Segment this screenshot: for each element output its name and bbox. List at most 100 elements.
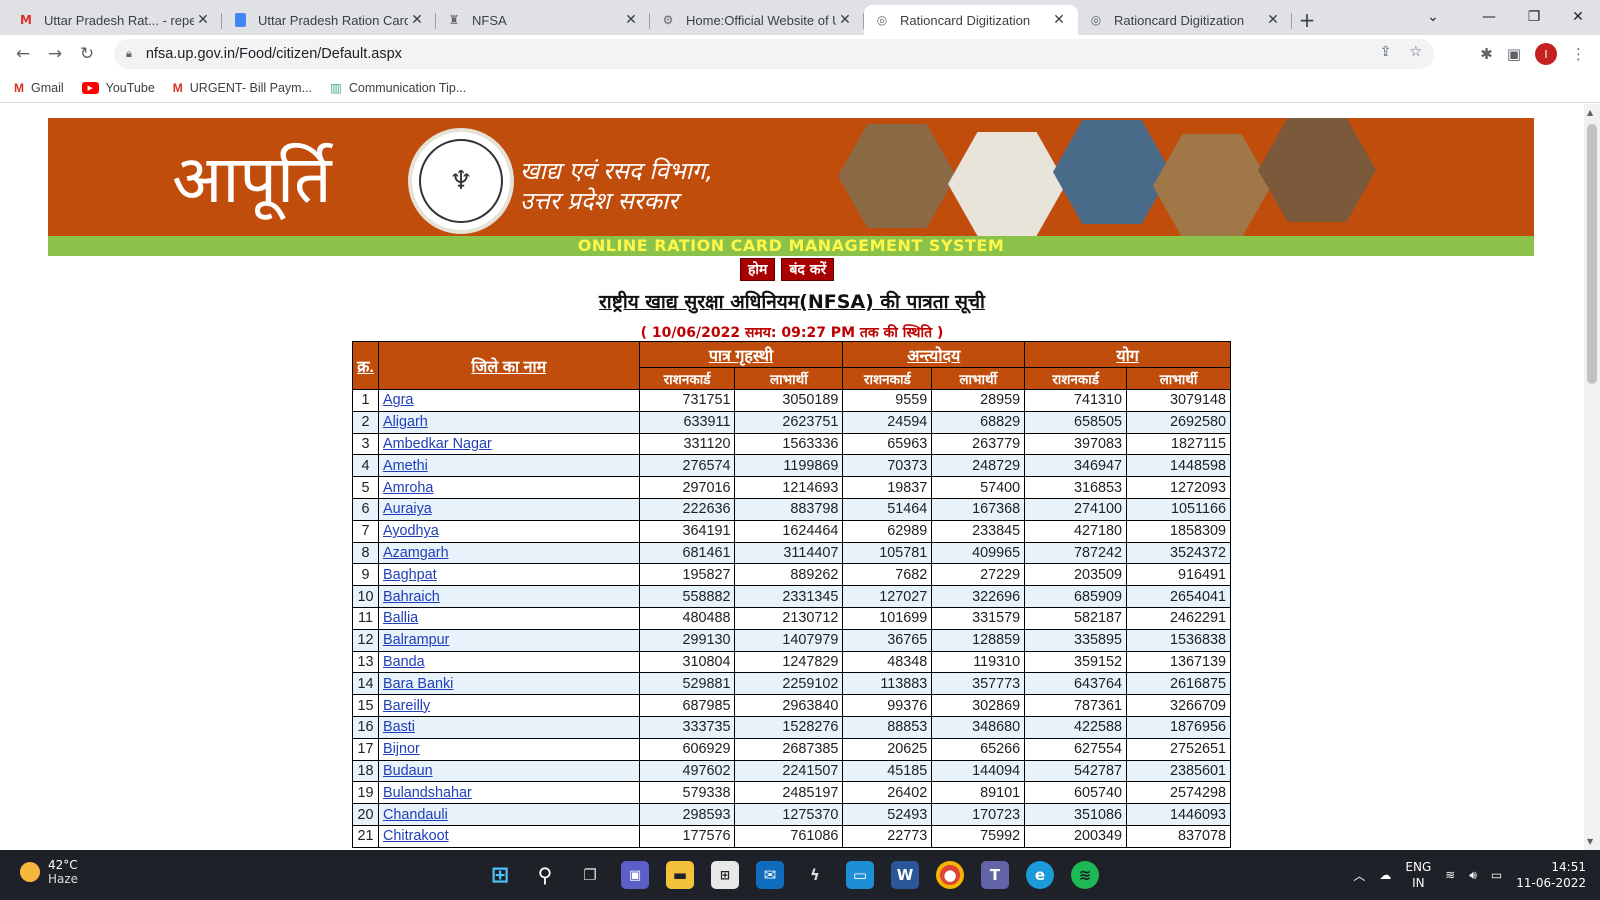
- close-icon[interactable]: ✕: [1264, 12, 1282, 28]
- district-link[interactable]: Basti: [383, 719, 415, 735]
- restore-icon[interactable]: ❐: [1512, 0, 1556, 34]
- district-link[interactable]: Ayodhya: [383, 523, 439, 539]
- power-automate-icon[interactable]: ϟ: [801, 861, 829, 889]
- tab-search-chevron-icon[interactable]: ⌄: [1418, 0, 1448, 34]
- bookmark-urgent-bill[interactable]: M URGENT- Bill Paym...: [173, 81, 312, 95]
- remote-desktop-icon[interactable]: ▭: [846, 861, 874, 889]
- bookmark-youtube[interactable]: ▶ YouTube: [81, 81, 155, 95]
- district-link[interactable]: Auraiya: [383, 501, 432, 517]
- district-link[interactable]: Ambedkar Nagar: [383, 436, 492, 452]
- district-link[interactable]: Banda: [383, 654, 425, 670]
- bookmark-gmail[interactable]: M Gmail: [14, 81, 64, 95]
- district-cell: Agra: [377, 389, 640, 412]
- minimize-icon[interactable]: —: [1466, 0, 1512, 34]
- close-button[interactable]: बंद करें: [781, 258, 835, 281]
- tab-nfsa[interactable]: ♜ NFSA ✕: [436, 5, 650, 35]
- browser-toolbar: ← → ↻ 🔒︎ nfsa.up.gov.in/Food/citizen/Def…: [0, 35, 1600, 73]
- scroll-down-arrow-icon[interactable]: ▼: [1587, 837, 1593, 846]
- chrome-icon[interactable]: ●: [936, 861, 964, 889]
- district-link[interactable]: Bara Banki: [383, 676, 453, 692]
- scrollbar-thumb[interactable]: [1587, 124, 1597, 384]
- spotify-icon[interactable]: ≋: [1071, 861, 1099, 889]
- district-link[interactable]: Bahraich: [383, 589, 440, 605]
- value-cell: 1624464: [734, 519, 844, 543]
- profile-avatar[interactable]: I: [1535, 43, 1557, 65]
- search-icon[interactable]: ⚲: [531, 861, 559, 889]
- district-link[interactable]: Baghpat: [383, 567, 437, 583]
- address-bar[interactable]: 🔒︎ nfsa.up.gov.in/Food/citizen/Default.a…: [114, 39, 1434, 69]
- bookmark-star-icon[interactable]: ☆: [1409, 44, 1422, 60]
- value-cell: 51464: [842, 497, 933, 521]
- windows-start-icon[interactable]: ⊞: [486, 861, 514, 889]
- forward-arrow-icon[interactable]: →: [39, 38, 71, 70]
- district-link[interactable]: Agra: [383, 392, 413, 408]
- volume-icon[interactable]: 🔊︎: [1469, 868, 1477, 883]
- task-view-icon[interactable]: ❐: [576, 861, 604, 889]
- input-language[interactable]: ENG IN: [1405, 859, 1431, 891]
- district-link[interactable]: Amethi: [383, 458, 428, 474]
- value-cell: 643764: [1024, 672, 1128, 696]
- extensions-puzzle-icon[interactable]: ✱: [1480, 45, 1493, 63]
- district-link[interactable]: Bulandshahar: [383, 785, 472, 801]
- battery-icon[interactable]: ▭: [1491, 868, 1502, 882]
- value-cell: 36765: [842, 628, 933, 652]
- tab-docs[interactable]: Uttar Pradesh Ration Card L ✕: [222, 5, 436, 35]
- value-cell: 26402: [842, 781, 933, 805]
- close-icon[interactable]: ✕: [1050, 12, 1068, 28]
- value-cell: 2574298: [1126, 781, 1231, 805]
- weather-widget[interactable]: 42°C Haze: [20, 858, 78, 886]
- back-arrow-icon[interactable]: ←: [7, 38, 39, 70]
- teams-chat-icon[interactable]: ▣: [621, 861, 649, 889]
- close-icon[interactable]: ✕: [622, 12, 640, 28]
- table-row: 12 Balrampur 299130 1407979 36765 128859 33589…: [352, 628, 1231, 652]
- value-cell: 2485197: [734, 781, 844, 805]
- window-close-icon[interactable]: ✕: [1556, 0, 1600, 34]
- teams-icon[interactable]: T: [981, 861, 1009, 889]
- show-hidden-icons-chevron-icon[interactable]: ︿: [1353, 867, 1365, 884]
- tab-rationcard[interactable]: ◎ Rationcard Digitization ✕: [1078, 5, 1292, 35]
- home-button[interactable]: होम: [740, 258, 776, 281]
- new-tab-plus-icon[interactable]: +: [1292, 5, 1322, 35]
- district-link[interactable]: Balrampur: [383, 632, 449, 648]
- windows-taskbar: 42°C Haze ⊞ ⚲ ❐ ▣ ▬ ⊞ ✉ ϟ ▭ W ● T e ≋ ︿ …: [0, 850, 1600, 900]
- value-cell: 1876956: [1126, 715, 1231, 739]
- bookmark-communication-tips[interactable]: ▥ Communication Tip...: [330, 80, 466, 96]
- value-cell: 335895: [1024, 628, 1128, 652]
- district-link[interactable]: Bijnor: [383, 741, 420, 757]
- close-icon[interactable]: ✕: [836, 12, 854, 28]
- value-cell: 761086: [734, 824, 844, 848]
- value-cell: 170723: [931, 803, 1026, 826]
- microsoft-store-icon[interactable]: ⊞: [711, 861, 739, 889]
- district-link[interactable]: Bareilly: [383, 698, 430, 714]
- district-link[interactable]: Chandauli: [383, 807, 448, 823]
- share-icon[interactable]: ⇪: [1380, 44, 1392, 60]
- close-icon[interactable]: ✕: [194, 12, 212, 28]
- district-link[interactable]: Budaun: [383, 763, 433, 779]
- gmail-icon: M: [14, 80, 24, 95]
- lock-icon[interactable]: 🔒︎: [126, 47, 132, 61]
- tab-official-website[interactable]: ⚙ Home:Official Website of Ut ✕: [650, 5, 864, 35]
- word-icon[interactable]: W: [891, 861, 919, 889]
- side-panel-icon[interactable]: ▣: [1507, 45, 1521, 63]
- clock[interactable]: 14:51 11-06-2022: [1516, 859, 1586, 891]
- tab-rationcard-active[interactable]: ◎ Rationcard Digitization ✕: [864, 5, 1078, 35]
- close-icon[interactable]: ✕: [408, 12, 426, 28]
- network-status-icon[interactable]: ☁: [1379, 868, 1391, 882]
- file-explorer-icon[interactable]: ▬: [666, 861, 694, 889]
- wifi-icon[interactable]: ≋: [1445, 868, 1455, 882]
- edge-icon[interactable]: e: [1026, 861, 1054, 889]
- nfsa-eligibility-table: क्र. जिले का नाम पात्र गृहस्थी अन्त्योदय…: [352, 341, 1231, 848]
- page-scrollbar[interactable]: ▲ ▼: [1584, 104, 1600, 850]
- district-link[interactable]: Chitrakoot: [383, 828, 449, 844]
- scroll-up-arrow-icon[interactable]: ▲: [1587, 108, 1593, 117]
- district-link[interactable]: Azamgarh: [383, 545, 449, 561]
- value-cell: 101699: [842, 606, 933, 630]
- tab-gmail[interactable]: M Uttar Pradesh Rat... - repetiti ✕: [8, 5, 222, 35]
- mail-icon[interactable]: ✉: [756, 861, 784, 889]
- district-cell: Bareilly: [377, 694, 640, 717]
- reload-icon[interactable]: ↻: [71, 38, 103, 70]
- menu-kebab-icon[interactable]: ⋮: [1571, 45, 1586, 63]
- district-link[interactable]: Ballia: [383, 610, 418, 626]
- district-link[interactable]: Amroha: [383, 480, 433, 496]
- district-link[interactable]: Aligarh: [383, 414, 428, 430]
